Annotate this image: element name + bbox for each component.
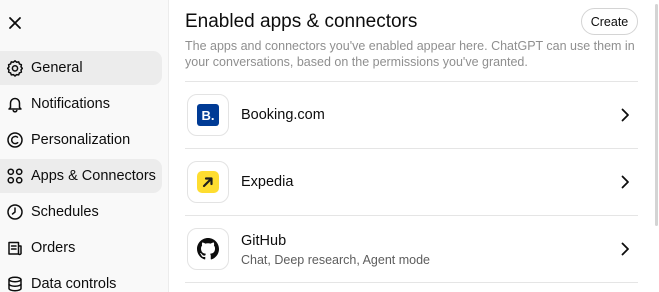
page-title: Enabled apps & connectors (185, 11, 418, 32)
app-name: Booking.com (241, 107, 325, 123)
app-name: GitHub (241, 233, 287, 249)
sidebar-item-label: Notifications (31, 96, 110, 112)
settings-nav: General Notifications Personalization Ap… (0, 51, 162, 292)
clock-icon (5, 202, 25, 222)
sidebar-item-label: General (31, 60, 83, 76)
sidebar-item-label: Personalization (31, 132, 131, 148)
close-icon (9, 17, 21, 29)
app-logo-container: B. (187, 94, 229, 136)
create-button[interactable]: Create (581, 8, 638, 35)
chevron-right-icon (616, 173, 634, 191)
app-logo-container (187, 161, 229, 203)
sidebar-item-data-controls[interactable]: Data controls (0, 267, 162, 292)
page-description: The apps and connectors you've enabled a… (185, 39, 635, 69)
apps-grid-icon (5, 166, 25, 186)
personalization-icon (5, 130, 25, 150)
sidebar-item-schedules[interactable]: Schedules (0, 195, 162, 229)
app-capabilities: Chat, Deep research, Agent mode (241, 253, 431, 267)
app-logo-container (187, 228, 229, 270)
sidebar-item-general[interactable]: General (0, 51, 162, 85)
sidebar-item-label: Schedules (31, 204, 99, 220)
sidebar-item-label: Apps & Connectors (31, 168, 156, 184)
chevron-right-icon (616, 106, 634, 124)
app-row-booking[interactable]: B. Booking.com (185, 82, 638, 149)
chevron-right-icon (616, 240, 634, 258)
scrollbar[interactable] (655, 4, 658, 226)
sidebar-item-personalization[interactable]: Personalization (0, 123, 162, 157)
app-row-github[interactable]: GitHub Chat, Deep research, Agent mode (185, 216, 638, 283)
sidebar-item-label: Data controls (31, 276, 117, 292)
app-name: Expedia (241, 174, 294, 190)
sidebar-item-apps-connectors[interactable]: Apps & Connectors (0, 159, 162, 193)
app-row-expedia[interactable]: Expedia (185, 149, 638, 216)
settings-sidebar: General Notifications Personalization Ap… (0, 0, 169, 292)
data-icon (5, 274, 25, 292)
bell-icon (5, 94, 25, 114)
sidebar-item-notifications[interactable]: Notifications (0, 87, 162, 121)
github-logo (197, 238, 219, 260)
apps-connectors-panel: Enabled apps & connectors Create The app… (185, 0, 638, 292)
booking-logo: B. (197, 104, 219, 126)
orders-icon (5, 238, 25, 258)
sidebar-item-label: Orders (31, 240, 76, 256)
sidebar-item-orders[interactable]: Orders (0, 231, 162, 265)
expedia-logo (197, 171, 219, 193)
gear-icon (5, 58, 25, 78)
close-button[interactable] (4, 12, 26, 34)
